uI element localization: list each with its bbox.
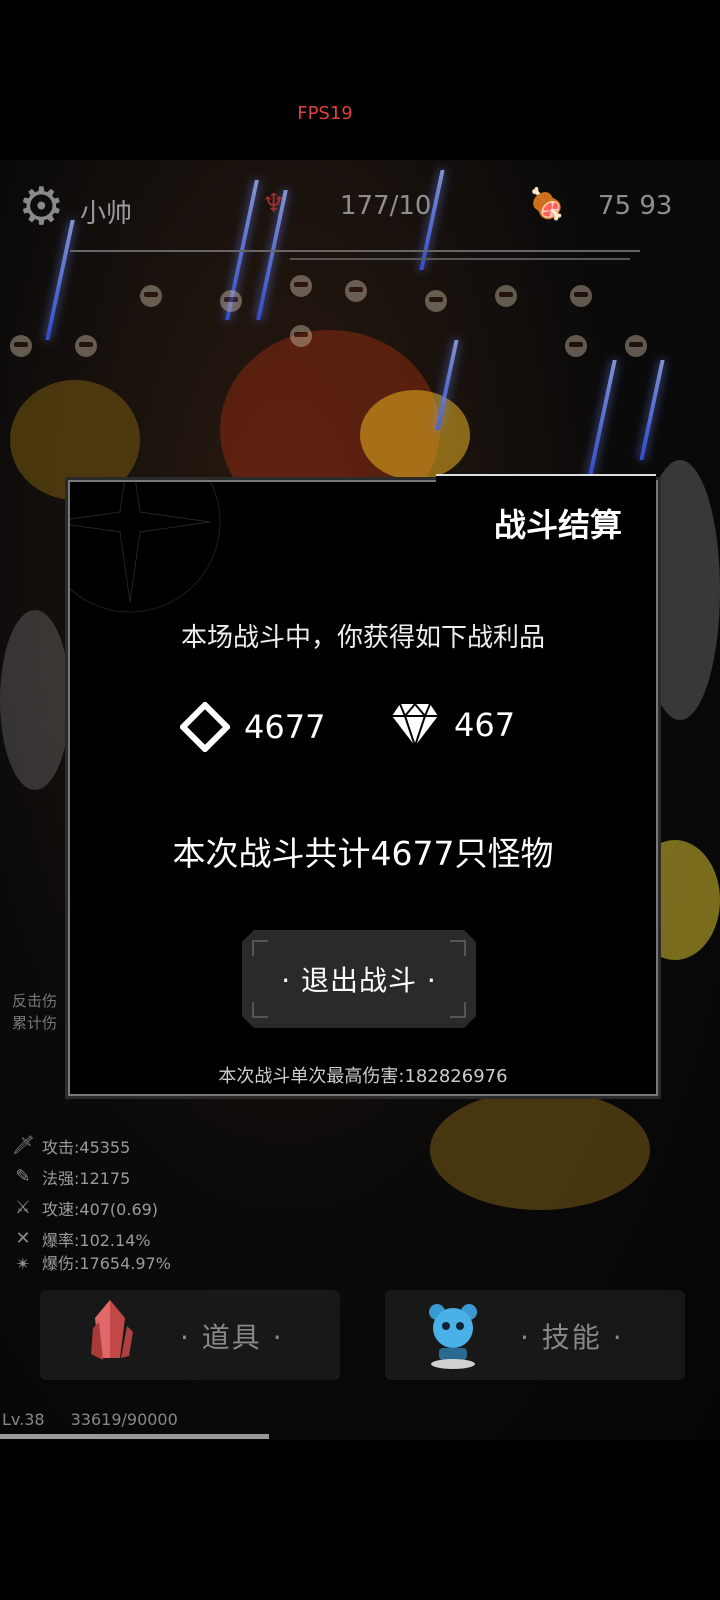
reward-diamond: 467 — [390, 702, 515, 748]
dialog-title: 战斗结算 — [493, 506, 622, 544]
skull-monster — [10, 335, 32, 357]
skull-monster — [290, 275, 312, 297]
battle-result-dialog: 战斗结算 本场战斗中，你获得如下战利品 4677 467 本次战斗共计4677只… — [68, 474, 658, 1096]
hud-divider — [70, 250, 640, 252]
gear-icon[interactable]: ⚙ — [18, 181, 65, 233]
reward-diamond-value: 467 — [454, 706, 516, 744]
loot-message: 本场战斗中，你获得如下战利品 — [180, 623, 545, 653]
reward-crystal-value: 4677 — [244, 708, 326, 746]
stat-magic: ✎ 法强:12175 — [12, 1161, 212, 1192]
exit-battle-label: · 退出战斗 · — [281, 964, 437, 997]
stat-text: 法强:12175 — [42, 1168, 131, 1188]
skull-monster — [625, 335, 647, 357]
skull-monster — [75, 335, 97, 357]
button-corner — [252, 1002, 268, 1018]
total-damage-label: 累计伤 — [12, 1014, 58, 1032]
items-label: · 道具 · — [180, 1321, 284, 1354]
stat-attack: 🗡 攻击:45355 — [12, 1130, 212, 1161]
wand-icon: ✎ — [15, 1166, 31, 1187]
crit-icon: ✕ — [15, 1228, 31, 1249]
gem-icon — [392, 702, 438, 748]
xp-value: 33619/90000 — [70, 1410, 178, 1429]
skull-monster — [570, 285, 592, 307]
panda-sprite — [0, 610, 70, 790]
skills-label: · 技能 · — [520, 1321, 624, 1354]
skull-monster — [495, 285, 517, 307]
button-corner — [450, 1002, 466, 1018]
items-button[interactable]: · 道具 · — [40, 1290, 340, 1380]
player-stats: 🗡 攻击:45355 ✎ 法强:12175 ⚔ 攻速:407(0.69) ✕ 爆… — [12, 1130, 212, 1294]
stat-crit-damage: ✴ 爆伤:17654.97% — [12, 1254, 212, 1294]
stat-text: 攻击:45355 — [42, 1137, 131, 1157]
max-damage-text: 本次战斗单次最高伤害:182826976 — [218, 1066, 508, 1087]
top-hud: ⚙ 小帅 ♆ 177/10 🍖 75 93 — [0, 181, 720, 243]
damage-cluster — [430, 1090, 650, 1210]
stat-text: 爆伤:17654.97% — [42, 1254, 171, 1273]
food-counter: 75 93 — [598, 191, 673, 221]
monster-count-message: 本次战斗共计4677只怪物 — [172, 834, 554, 873]
skull-monster — [220, 290, 242, 312]
button-corner — [252, 940, 268, 956]
exit-battle-button[interactable]: · 退出战斗 · — [242, 930, 476, 1028]
stat-attack-speed: ⚔ 攻速:407(0.69) — [12, 1192, 212, 1223]
skull-monster — [425, 290, 447, 312]
side-stats-partial: 反击伤 累计伤 — [12, 990, 57, 1034]
dialog-title-tab — [436, 474, 656, 486]
rewards-row: 4677 467 — [70, 702, 656, 762]
fire-effect — [360, 390, 470, 480]
diamond-outline-icon — [180, 702, 230, 752]
stat-crit-rate: ✕ 爆率:102.14% — [12, 1223, 212, 1254]
stat-text: 爆率:102.14% — [42, 1230, 151, 1250]
skull-monster — [345, 280, 367, 302]
skills-button[interactable]: · 技能 · — [385, 1290, 685, 1380]
level-info: Lv.38 33619/90000 — [2, 1410, 178, 1429]
crystal-icon — [91, 1300, 133, 1360]
level-label: Lv.38 — [2, 1410, 45, 1429]
bear-robot-icon — [429, 1304, 477, 1369]
counter-damage-label: 反击伤 — [12, 992, 58, 1010]
lightning-effect — [639, 360, 665, 460]
player-name: 小帅 — [80, 199, 133, 229]
stat-text: 攻速:407(0.69) — [42, 1199, 159, 1219]
demon-icon: ♆ — [262, 189, 286, 219]
meat-icon: 🍖 — [528, 187, 566, 222]
button-corner — [450, 940, 466, 956]
crit-dmg-icon: ✴ — [15, 1254, 31, 1275]
skull-monster — [290, 325, 312, 347]
speed-icon: ⚔ — [14, 1197, 32, 1218]
xp-progress-bar — [0, 1434, 269, 1439]
reward-crystal: 4677 — [180, 702, 325, 752]
skull-monster — [565, 335, 587, 357]
skull-monster — [140, 285, 162, 307]
hud-divider — [290, 258, 630, 260]
lightning-effect — [587, 360, 617, 480]
wave-counter: 177/10 — [340, 191, 432, 221]
fps-counter: FPS19 — [297, 103, 353, 124]
sword-icon: 🗡 — [12, 1135, 35, 1156]
